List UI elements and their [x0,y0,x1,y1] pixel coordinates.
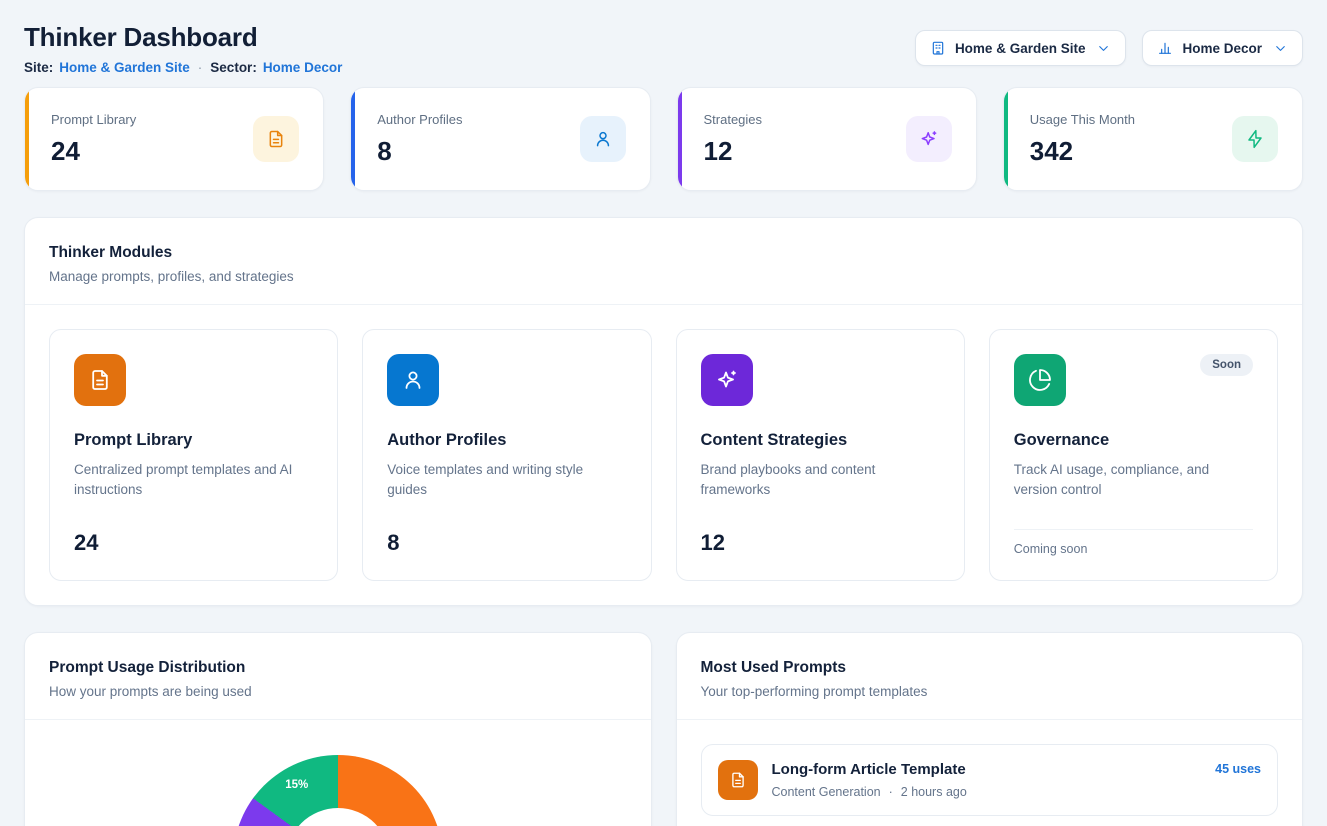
site-label: Site: [24,60,53,75]
module-description: Voice templates and writing style guides [387,460,626,501]
prompts-panel-title: Most Used Prompts [701,659,1279,677]
sparkle-icon [906,116,952,162]
document-icon [74,354,126,406]
module-description: Brand playbooks and content frameworks [701,460,940,501]
stat-card-usage: Usage This Month 342 [1003,87,1303,191]
meta-separator: · [889,785,893,799]
chevron-down-icon [1096,41,1111,56]
usage-distribution-panel: Prompt Usage Distribution How your promp… [24,632,652,826]
module-count: 24 [74,530,313,556]
sector-selector-dropdown[interactable]: Home Decor [1142,30,1303,66]
document-icon [718,760,758,800]
breadcrumb: Site: Home & Garden Site · Sector: Home … [24,60,342,75]
stat-accent-bar [678,88,682,190]
sector-selector-label: Home Decor [1182,41,1262,56]
user-icon [387,354,439,406]
soon-badge: Soon [1200,354,1253,376]
modules-title: Thinker Modules [49,244,1278,262]
pie-chart-icon [1014,354,1066,406]
dashboard-page: Thinker Dashboard Site: Home & Garden Si… [0,0,1327,826]
prompt-time: 2 hours ago [901,785,967,799]
stat-value: 12 [704,136,763,167]
document-icon [253,116,299,162]
building-icon [930,40,946,56]
stat-label: Prompt Library [51,112,136,127]
stat-value: 8 [377,136,462,167]
stat-card-prompt-library: Prompt Library 24 [24,87,324,191]
modules-grid: Prompt Library Centralized prompt templa… [25,305,1302,605]
header: Thinker Dashboard Site: Home & Garden Si… [24,22,1303,75]
chevron-down-icon [1273,41,1288,56]
stat-accent-bar [25,88,29,190]
stat-accent-bar [1004,88,1008,190]
chart-segment-label: 15% [276,779,318,791]
prompt-category: Content Generation [772,785,881,799]
sparkle-icon [701,354,753,406]
bottom-row: Prompt Usage Distribution How your promp… [24,632,1303,826]
most-used-prompts-panel: Most Used Prompts Your top-performing pr… [676,632,1304,826]
site-link[interactable]: Home & Garden Site [59,60,190,75]
bar-chart-icon [1157,40,1173,56]
module-card-prompt-library[interactable]: Prompt Library Centralized prompt templa… [49,329,338,581]
module-card-governance[interactable]: Soon Governance Track AI usage, complian… [989,329,1278,581]
prompt-title: Long-form Article Template [772,761,1202,778]
prompt-uses-badge: 45 uses [1215,762,1261,776]
stat-accent-bar [351,88,355,190]
usage-panel-subtitle: How your prompts are being used [49,684,627,699]
module-count: 8 [387,530,626,556]
breadcrumb-separator: · [198,60,203,75]
module-title: Prompt Library [74,431,313,450]
prompts-panel-subtitle: Your top-performing prompt templates [701,684,1279,699]
site-selector-dropdown[interactable]: Home & Garden Site [915,30,1127,66]
page-title: Thinker Dashboard [24,22,342,53]
sector-label: Sector: [210,60,257,75]
module-title: Author Profiles [387,431,626,450]
module-description: Centralized prompt templates and AI inst… [74,460,313,501]
stat-card-author-profiles: Author Profiles 8 [350,87,650,191]
prompts-list: Long-form Article Template Content Gener… [677,720,1303,826]
coming-soon-text: Coming soon [1014,542,1253,556]
stat-value: 24 [51,136,136,167]
user-icon [580,116,626,162]
stat-label: Author Profiles [377,112,462,127]
module-description: Track AI usage, compliance, and version … [1014,460,1253,501]
thinker-modules-panel: Thinker Modules Manage prompts, profiles… [24,217,1303,606]
module-card-author-profiles[interactable]: Author Profiles Voice templates and writ… [362,329,651,581]
stat-value: 342 [1030,136,1135,167]
modules-subtitle: Manage prompts, profiles, and strategies [49,269,1278,284]
stats-row: Prompt Library 24 Author Profiles 8 [24,87,1303,191]
divider [1014,529,1253,530]
module-card-content-strategies[interactable]: Content Strategies Brand playbooks and c… [676,329,965,581]
site-selector-label: Home & Garden Site [955,41,1086,56]
module-title: Content Strategies [701,431,940,450]
prompt-usage-chart: 15% [25,720,651,826]
stat-label: Usage This Month [1030,112,1135,127]
module-title: Governance [1014,431,1253,450]
header-left: Thinker Dashboard Site: Home & Garden Si… [24,22,342,75]
sector-link[interactable]: Home Decor [263,60,343,75]
header-controls: Home & Garden Site Home Decor [915,30,1303,66]
bolt-icon [1232,116,1278,162]
module-count: 12 [701,530,940,556]
stat-label: Strategies [704,112,763,127]
prompt-list-item[interactable]: Long-form Article Template Content Gener… [701,744,1279,816]
module-footer: Coming soon [1014,529,1253,556]
stat-card-strategies: Strategies 12 [677,87,977,191]
usage-panel-title: Prompt Usage Distribution [49,659,627,677]
